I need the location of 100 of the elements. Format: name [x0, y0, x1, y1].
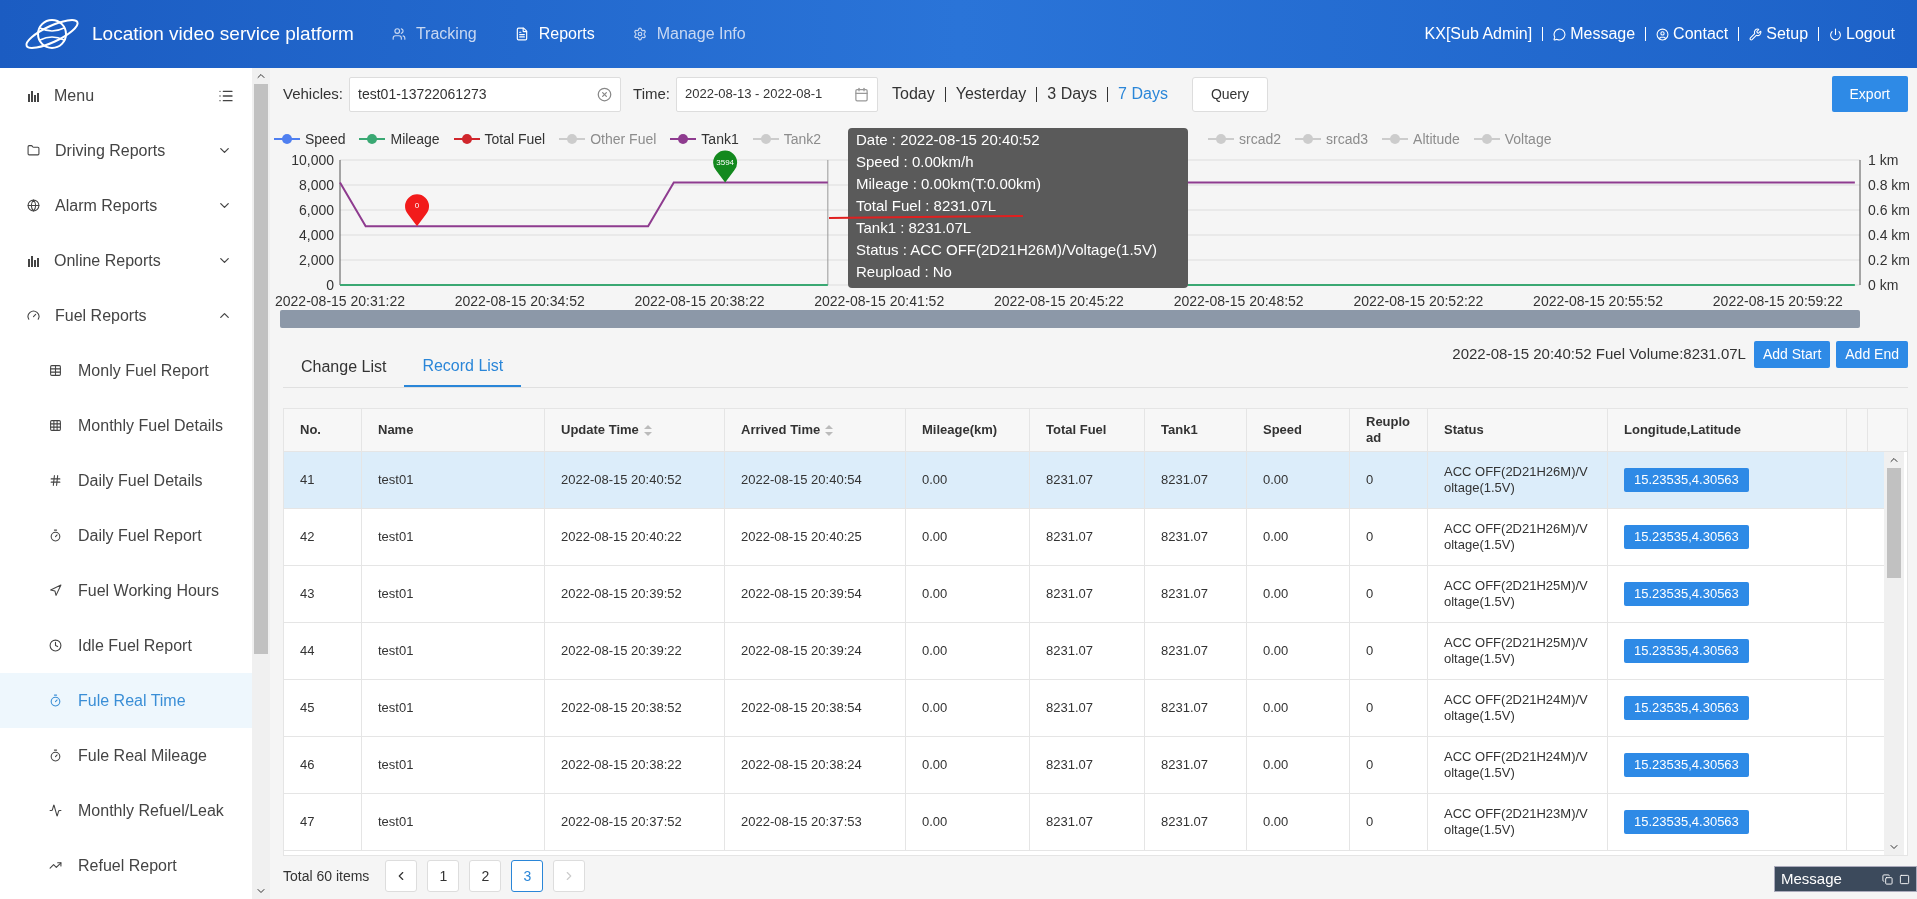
header-link[interactable]: Logout	[1829, 22, 1895, 46]
table-cell: 47	[300, 814, 315, 830]
menu-item[interactable]: Monthly Fuel Details	[0, 398, 252, 453]
location-button[interactable]: 15.23535,4.30563	[1624, 696, 1749, 720]
menu-item[interactable]: Monthly Refuel/Leak	[0, 783, 252, 838]
table-row[interactable]: 45 test01 2022-08-15 20:38:52 2022-08-15 20:38:54 0.00 8231.07 8231.07 0.00 0 ACC OFF(2D21H24M)/Voltage(1.5V) 15.23535,4.30563	[284, 680, 1884, 737]
total-count: Total 60 items	[283, 866, 370, 886]
menu-title: Menu	[54, 85, 95, 106]
list-tab[interactable]: Change List	[283, 347, 405, 387]
globe-icon	[27, 199, 40, 212]
date-range-link[interactable]: Today	[892, 82, 935, 106]
x-axis-label: 2022-08-15 20:55:52	[1533, 293, 1664, 309]
menu-group[interactable]: Fuel Reports	[0, 288, 252, 343]
table-cell: 8231.07	[1046, 472, 1093, 488]
menu-item[interactable]: Monly Fuel Report	[0, 343, 252, 398]
annotation: 0	[414, 201, 420, 211]
date-range-field[interactable]: 2022-08-13 - 2022-08-1	[676, 76, 878, 112]
menu-item[interactable]: Idle Fuel Report	[0, 618, 252, 673]
date-range-link[interactable]: 7 Days	[1118, 82, 1168, 106]
date-range-link[interactable]: 3 Days	[1047, 82, 1098, 106]
table-row[interactable]: 47 test01 2022-08-15 20:37:52 2022-08-15 20:37:53 0.00 8231.07 8231.07 0.00 0 ACC OFF(2D21H23M)/Voltage(1.5V) 15.23535,4.30563	[284, 794, 1884, 851]
zoom-slider[interactable]	[280, 310, 1860, 328]
location-button[interactable]: 15.23535,4.30563	[1624, 753, 1749, 777]
export-button[interactable]: Export	[1831, 76, 1908, 112]
table-row[interactable]: 44 test01 2022-08-15 20:39:22 2022-08-15 20:39:24 0.00 8231.07 8231.07 0.00 0 ACC OFF(2D21H25M)/Voltage(1.5V) 15.23535,4.30563	[284, 623, 1884, 680]
location-button[interactable]: 15.23535,4.30563	[1624, 582, 1749, 606]
vehicle-field[interactable]: test01-13722061273	[349, 76, 622, 112]
column-header[interactable]: Update Time	[545, 409, 725, 451]
menu-item[interactable]: Fule Real Mileage	[0, 728, 252, 783]
y-axis-label: 0	[326, 277, 334, 293]
table-cell: 8231.07	[1046, 643, 1093, 659]
legend-label[interactable]: Total Fuel	[484, 128, 546, 150]
page-button[interactable]: 1	[427, 860, 460, 892]
table-cell: test01	[378, 472, 414, 488]
table-row[interactable]: 43 test01 2022-08-15 20:39:52 2022-08-15 20:39:54 0.00 8231.07 8231.07 0.00 0 ACC OFF(2D21H25M)/Voltage(1.5V) 15.23535,4.30563	[284, 566, 1884, 623]
document-icon	[514, 27, 529, 41]
nav-tab[interactable]: Tracking	[391, 22, 477, 46]
calendar-icon[interactable]	[854, 86, 869, 102]
menu-group[interactable]: Alarm Reports	[0, 178, 252, 233]
table-scrollbar[interactable]	[1884, 452, 1904, 855]
menu-group-label: Alarm Reports	[55, 195, 158, 216]
page-button[interactable]: 2	[469, 860, 502, 892]
previous-page-button[interactable]	[385, 860, 418, 892]
restore-icon[interactable]	[1882, 873, 1893, 885]
sort-icon[interactable]	[825, 424, 834, 436]
scrollbar-thumb[interactable]	[254, 84, 268, 654]
legend-label[interactable]: Mileage	[390, 128, 440, 150]
table-cell: 2022-08-15 20:39:54	[741, 586, 862, 602]
table-cell: 0.00	[922, 814, 948, 830]
nav-tab[interactable]: Manage Info	[632, 22, 746, 46]
menu-group[interactable]: Driving Reports	[0, 123, 252, 178]
menu-group-label: Fuel Reports	[55, 305, 147, 326]
table-cell: 2022-08-15 20:37:52	[561, 814, 682, 830]
location-button[interactable]: 15.23535,4.30563	[1624, 810, 1749, 834]
tooltip-line: Reupload : No	[856, 263, 952, 280]
header-link[interactable]: Message	[1553, 22, 1636, 46]
menu-item[interactable]: Refuel Report	[0, 838, 252, 893]
header-link[interactable]: Contact	[1656, 22, 1729, 46]
legend-label[interactable]: Speed	[305, 128, 346, 150]
menu-item[interactable]: Daily Fuel Report	[0, 508, 252, 563]
header-link[interactable]: Setup	[1749, 22, 1809, 46]
legend-label[interactable]: Tank1	[701, 128, 739, 150]
clear-icon[interactable]	[597, 86, 613, 102]
menu-item[interactable]: Daily Fuel Details	[0, 453, 252, 508]
point-button[interactable]: Add End	[1836, 341, 1908, 368]
nav-tab[interactable]: Reports	[514, 22, 595, 46]
table-cell-text: ACC OFF(2D21H26M)/Voltage(1.5V)	[1444, 521, 1589, 553]
table-cell-text: ACC OFF(2D21H23M)/Voltage(1.5V)	[1444, 806, 1589, 838]
menu-item[interactable]: Fuel Working Hours	[0, 563, 252, 618]
date-range-link[interactable]: Yesterday	[955, 82, 1027, 106]
column-header: No.	[284, 409, 362, 451]
message-panel[interactable]: Message	[1774, 866, 1917, 892]
menu-group[interactable]: Online Reports	[0, 233, 252, 288]
location-button[interactable]: 15.23535,4.30563	[1624, 468, 1749, 492]
table-row[interactable]: 46 test01 2022-08-15 20:38:22 2022-08-15 20:38:24 0.00 8231.07 8231.07 0.00 0 ACC OFF(2D21H24M)/Voltage(1.5V) 15.23535,4.30563	[284, 737, 1884, 794]
sort-icon[interactable]	[643, 424, 652, 436]
column-header: Name	[362, 409, 545, 451]
sidebar-scrollbar[interactable]	[252, 68, 270, 899]
table-cell: 0.00	[922, 643, 948, 659]
table-row[interactable]: 42 test01 2022-08-15 20:40:22 2022-08-15 20:40:25 0.00 8231.07 8231.07 0.00 0 ACC OFF(2D21H26M)/Voltage(1.5V) 15.23535,4.30563	[284, 509, 1884, 566]
list-tab[interactable]: Record List	[404, 347, 522, 387]
column-header[interactable]: Arrived Time	[725, 409, 906, 451]
table-cell-text: ACC OFF(2D21H25M)/Voltage(1.5V)	[1444, 635, 1589, 667]
location-button[interactable]: 15.23535,4.30563	[1624, 525, 1749, 549]
scrollbar-thumb[interactable]	[1887, 468, 1901, 578]
table-cell: 8231.07	[1161, 700, 1208, 716]
table-cell: 44	[300, 643, 315, 659]
right-axis-label: 1 km	[1868, 152, 1899, 168]
table-cell: 46	[300, 757, 315, 773]
location-button[interactable]: 15.23535,4.30563	[1624, 639, 1749, 663]
table-cell: 0	[1366, 757, 1374, 773]
maximize-icon[interactable]	[1899, 873, 1910, 885]
table-cell: test01	[378, 757, 414, 773]
page-button[interactable]: 3	[511, 860, 544, 892]
point-button[interactable]: Add Start	[1753, 341, 1831, 368]
table-cell: 0.00	[1263, 643, 1289, 659]
right-axis-label: 0.2 km	[1868, 252, 1910, 268]
query-button[interactable]: Query	[1191, 76, 1268, 112]
table-row[interactable]: 41 test01 2022-08-15 20:40:52 2022-08-15 20:40:54 0.00 8231.07 8231.07 0.00 0 ACC OFF(2D21H26M)/Voltage(1.5V) 15.23535,4.30563	[284, 452, 1884, 509]
app-title: Location video service platform	[92, 21, 354, 46]
